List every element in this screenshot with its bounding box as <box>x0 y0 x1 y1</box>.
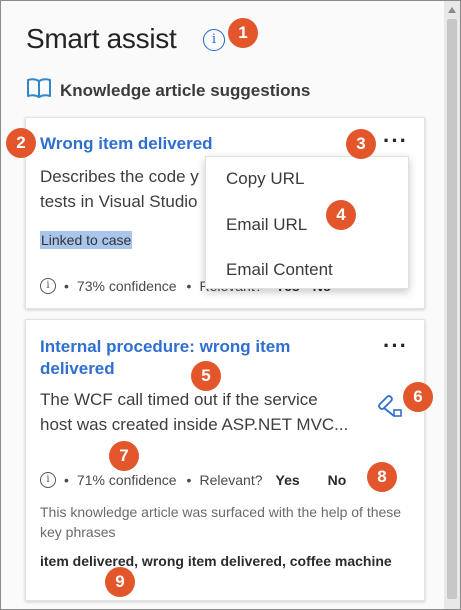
callout-badge: 3 <box>346 129 376 159</box>
description-line: tests in Visual Studio <box>40 192 198 211</box>
callout-badge: 8 <box>367 462 397 492</box>
article-title-link[interactable]: Internal procedure: wrong item delivered <box>40 336 290 380</box>
info-icon[interactable]: i <box>203 29 225 51</box>
menu-item-email-url[interactable]: Email URL <box>226 215 307 235</box>
knowledge-article-card: Internal procedure: wrong item delivered… <box>25 319 425 601</box>
callout-badge: 7 <box>109 441 139 471</box>
description-line: Describes the code y <box>40 167 199 186</box>
link-to-case-icon[interactable] <box>376 390 404 423</box>
article-meta: i • 71% confidence • Relevant? Yes No <box>40 472 346 488</box>
more-options-icon[interactable]: ··· <box>383 333 408 359</box>
yes-button[interactable]: Yes <box>276 472 300 488</box>
description-line: host was created inside ASP.NET MVC... <box>40 415 349 434</box>
info-icon[interactable]: i <box>40 472 56 488</box>
scroll-up-icon[interactable] <box>448 7 456 13</box>
key-phrases: item delivered, wrong item delivered, co… <box>40 553 392 569</box>
surfaced-note: This knowledge article was surfaced with… <box>40 504 402 540</box>
article-title-link[interactable]: Wrong item delivered <box>40 134 213 154</box>
callout-badge: 5 <box>191 361 221 391</box>
section-label: Knowledge article suggestions <box>60 80 311 100</box>
callout-badge: 1 <box>228 18 258 48</box>
info-icon[interactable]: i <box>40 278 56 294</box>
menu-item-email-content[interactable]: Email Content <box>226 260 333 280</box>
callout-badge: 4 <box>326 200 356 230</box>
context-menu: Copy URL Email URL Email Content <box>205 156 409 289</box>
section-header: Knowledge article suggestions <box>26 77 310 104</box>
relevant-label: Relevant? <box>199 472 263 488</box>
confidence-label: 73% confidence <box>76 278 177 294</box>
title-line: Internal procedure: wrong item <box>40 337 291 356</box>
linked-to-case-label: Linked to case <box>40 231 133 249</box>
book-icon <box>26 77 52 104</box>
callout-badge: 6 <box>403 382 433 412</box>
callout-badge: 2 <box>6 128 36 158</box>
smart-assist-panel: Smart assist i Knowledge article suggest… <box>0 0 461 610</box>
more-options-icon[interactable]: ··· <box>383 128 408 154</box>
no-button[interactable]: No <box>328 472 347 488</box>
article-description: The WCF call timed out if the service ho… <box>40 387 370 437</box>
article-description: Describes the code y tests in Visual Stu… <box>40 164 210 214</box>
vertical-scrollbar[interactable] <box>444 1 460 609</box>
title-line: delivered <box>40 359 115 378</box>
panel-title: Smart assist <box>26 23 177 54</box>
callout-badge: 9 <box>105 567 135 597</box>
scroll-thumb[interactable] <box>447 19 457 599</box>
confidence-label: 71% confidence <box>76 472 177 488</box>
menu-item-copy-url[interactable]: Copy URL <box>226 169 304 189</box>
